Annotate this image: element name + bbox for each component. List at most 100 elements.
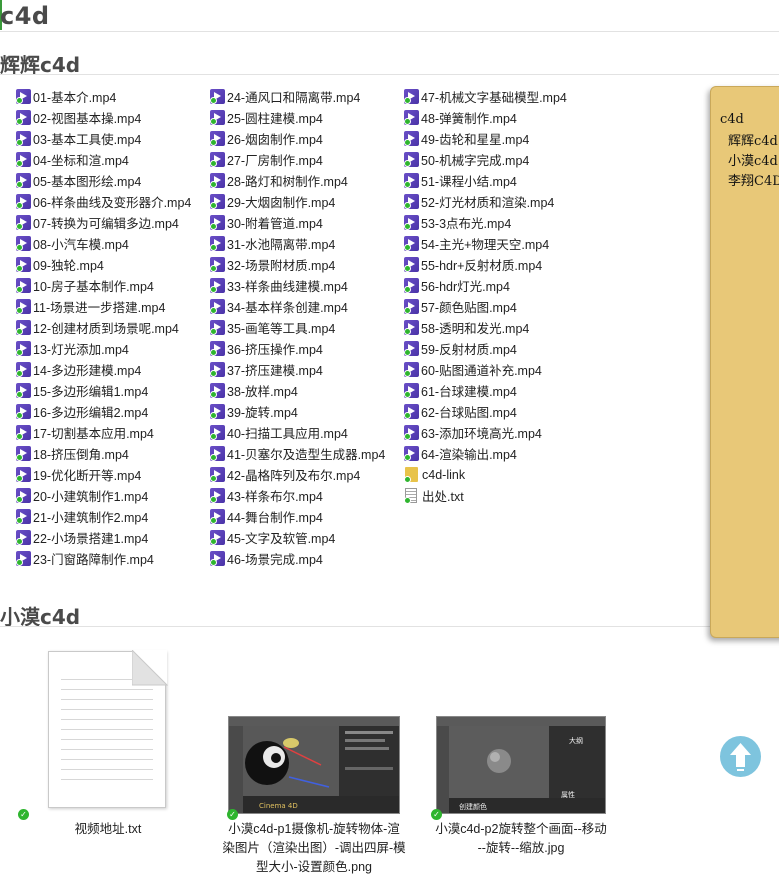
file-item[interactable]: 51-课程小结.mp4 (404, 170, 567, 191)
file-item[interactable]: 31-水池隔离带.mp4 (210, 233, 385, 254)
file-name: 48-弹簧制作.mp4 (421, 112, 517, 126)
video-file-icon (210, 173, 225, 188)
file-item[interactable]: 54-主光+物理天空.mp4 (404, 233, 567, 254)
video-file-icon (404, 446, 419, 461)
file-name: 23-门窗路障制作.mp4 (33, 553, 154, 567)
file-name: 40-扫描工具应用.mp4 (227, 427, 348, 441)
file-item[interactable]: 14-多边形建模.mp4 (16, 359, 191, 380)
file-item[interactable]: 20-小建筑制作1.mp4 (16, 485, 191, 506)
file-name: 43-样条布尔.mp4 (227, 490, 323, 504)
screenshot-thumbnail[interactable]: Cinema 4D (228, 716, 400, 814)
file-item[interactable]: 42-晶格阵列及布尔.mp4 (210, 464, 385, 485)
file-item[interactable]: 61-台球建模.mp4 (404, 380, 567, 401)
file-item[interactable]: 49-齿轮和星星.mp4 (404, 128, 567, 149)
file-item[interactable]: 08-小汽车模.mp4 (16, 233, 191, 254)
video-file-icon (404, 362, 419, 377)
file-item[interactable]: 37-挤压建模.mp4 (210, 359, 385, 380)
file-item[interactable]: 24-通风口和隔离带.mp4 (210, 86, 385, 107)
file-name: 15-多边形编辑1.mp4 (33, 385, 149, 399)
thumbnail-caption: 小漠c4d-p2旋转整个画面--移动 --旋转--缩放.jpg (426, 820, 616, 858)
video-file-icon (404, 383, 419, 398)
file-item[interactable]: 53-3点布光.mp4 (404, 212, 567, 233)
file-item[interactable]: 63-添加环境高光.mp4 (404, 422, 567, 443)
scroll-to-top-button[interactable] (720, 736, 761, 777)
file-name: 01-基本介.mp4 (33, 91, 117, 105)
file-item[interactable]: 62-台球贴图.mp4 (404, 401, 567, 422)
file-item[interactable]: 27-厂房制作.mp4 (210, 149, 385, 170)
file-name: 64-渲染输出.mp4 (421, 448, 517, 462)
side-panel-item-xiaomo[interactable]: 小漠c4d (728, 150, 778, 169)
file-item[interactable]: 06-样条曲线及变形器介.mp4 (16, 191, 191, 212)
side-panel-item-lixiang[interactable]: 李翔C4D (728, 170, 779, 189)
file-item[interactable]: 43-样条布尔.mp4 (210, 485, 385, 506)
file-name: 62-台球贴图.mp4 (421, 406, 517, 420)
side-panel-item-huihui[interactable]: 辉辉c4d (728, 130, 778, 149)
file-item[interactable]: 13-灯光添加.mp4 (16, 338, 191, 359)
file-item[interactable]: 45-文字及软管.mp4 (210, 527, 385, 548)
file-item[interactable]: 11-场景进一步搭建.mp4 (16, 296, 191, 317)
file-item[interactable]: 38-放样.mp4 (210, 380, 385, 401)
video-file-icon (210, 446, 225, 461)
file-item[interactable]: 35-画笔等工具.mp4 (210, 317, 385, 338)
file-item[interactable]: 57-颜色贴图.mp4 (404, 296, 567, 317)
file-item[interactable]: 46-场景完成.mp4 (210, 548, 385, 569)
file-item[interactable]: 22-小场景搭建1.mp4 (16, 527, 191, 548)
file-item[interactable]: 64-渲染输出.mp4 (404, 443, 567, 464)
side-panel-root[interactable]: c4d (720, 112, 744, 127)
file-item[interactable]: 16-多边形编辑2.mp4 (16, 401, 191, 422)
file-item[interactable]: 33-样条曲线建模.mp4 (210, 275, 385, 296)
file-item[interactable]: 03-基本工具使.mp4 (16, 128, 191, 149)
file-item[interactable]: 21-小建筑制作2.mp4 (16, 506, 191, 527)
file-item[interactable]: 32-场景附材质.mp4 (210, 254, 385, 275)
file-item[interactable]: 60-贴图通道补充.mp4 (404, 359, 567, 380)
video-file-icon (16, 404, 31, 419)
file-item[interactable]: 58-透明和发光.mp4 (404, 317, 567, 338)
caption-line: 小漠c4d-p2旋转整个画面--移动 (435, 822, 607, 836)
file-item[interactable]: 50-机械字完成.mp4 (404, 149, 567, 170)
file-item[interactable]: 36-挤压操作.mp4 (210, 338, 385, 359)
file-name: 22-小场景搭建1.mp4 (33, 532, 149, 546)
file-item[interactable]: 04-坐标和渲.mp4 (16, 149, 191, 170)
file-item[interactable]: 18-挤压倒角.mp4 (16, 443, 191, 464)
file-item[interactable]: 41-贝塞尔及造型生成器.mp4 (210, 443, 385, 464)
file-item[interactable]: 07-转换为可编辑多边.mp4 (16, 212, 191, 233)
file-item[interactable]: 48-弹簧制作.mp4 (404, 107, 567, 128)
file-item[interactable]: 23-门窗路障制作.mp4 (16, 548, 191, 569)
file-item[interactable]: 29-大烟囱制作.mp4 (210, 191, 385, 212)
sync-check-icon: ✓ (18, 809, 29, 820)
file-item[interactable]: 09-独轮.mp4 (16, 254, 191, 275)
file-item[interactable]: 28-路灯和树制作.mp4 (210, 170, 385, 191)
file-item[interactable]: 40-扫描工具应用.mp4 (210, 422, 385, 443)
preview-overlay-text: 创建颜色 (459, 802, 487, 811)
file-item[interactable]: 39-旋转.mp4 (210, 401, 385, 422)
file-item[interactable]: 25-圆柱建模.mp4 (210, 107, 385, 128)
file-item[interactable]: 30-附着管道.mp4 (210, 212, 385, 233)
video-file-icon (210, 467, 225, 482)
file-item[interactable]: 12-创建材质到场景呢.mp4 (16, 317, 191, 338)
video-file-icon (210, 530, 225, 545)
file-item[interactable]: 出处.txt (404, 485, 567, 506)
file-item[interactable]: 05-基本图形绘.mp4 (16, 170, 191, 191)
file-name: 12-创建材质到场景呢.mp4 (33, 322, 179, 336)
file-item[interactable]: 10-房子基本制作.mp4 (16, 275, 191, 296)
file-item[interactable]: 56-hdr灯光.mp4 (404, 275, 567, 296)
video-file-icon (404, 404, 419, 419)
file-name: 57-颜色贴图.mp4 (421, 301, 517, 315)
file-item[interactable]: 47-机械文字基础模型.mp4 (404, 86, 567, 107)
file-item[interactable]: 55-hdr+反射材质.mp4 (404, 254, 567, 275)
file-item[interactable]: 17-切割基本应用.mp4 (16, 422, 191, 443)
screenshot-thumbnail[interactable]: 大纲 属性 创建颜色 (436, 716, 606, 814)
file-item[interactable]: 44-舞台制作.mp4 (210, 506, 385, 527)
file-item[interactable]: 01-基本介.mp4 (16, 86, 191, 107)
file-item[interactable]: c4d-link (404, 464, 567, 485)
file-item[interactable]: 15-多边形编辑1.mp4 (16, 380, 191, 401)
file-item[interactable]: 59-反射材质.mp4 (404, 338, 567, 359)
file-item[interactable]: 02-视图基本操.mp4 (16, 107, 191, 128)
file-item[interactable]: 19-优化断开等.mp4 (16, 464, 191, 485)
file-name: 04-坐标和渲.mp4 (33, 154, 129, 168)
file-name: 59-反射材质.mp4 (421, 343, 517, 357)
file-item[interactable]: 26-烟囱制作.mp4 (210, 128, 385, 149)
video-file-icon (404, 173, 419, 188)
file-item[interactable]: 52-灯光材质和渲染.mp4 (404, 191, 567, 212)
file-item[interactable]: 34-基本样条创建.mp4 (210, 296, 385, 317)
